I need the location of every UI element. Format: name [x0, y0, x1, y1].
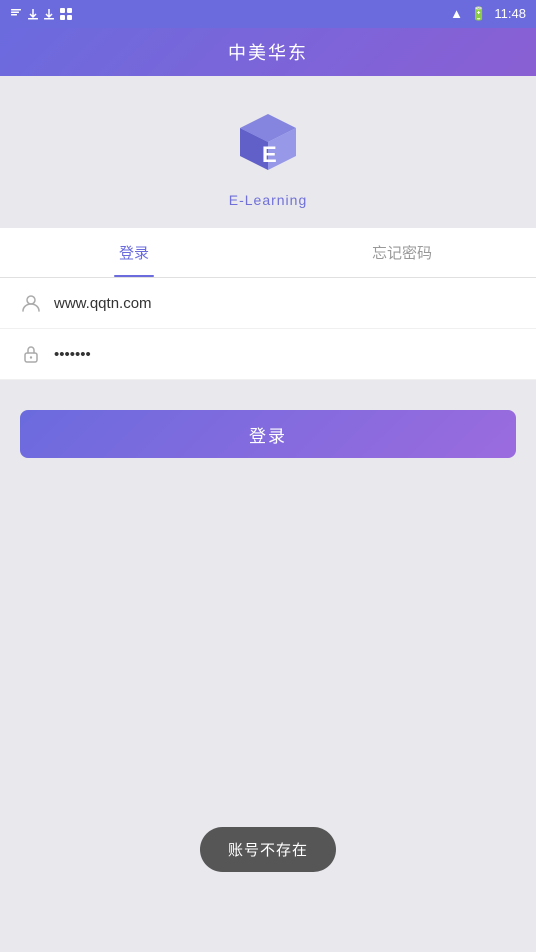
user-icon: [20, 292, 42, 314]
top-bar: 中美华东: [0, 28, 536, 76]
logo-label: E-Learning: [229, 192, 308, 208]
download3-icon: [44, 8, 54, 20]
password-input[interactable]: [54, 346, 516, 363]
lock-icon: [20, 343, 42, 365]
status-icons: [10, 8, 72, 20]
download2-icon: [28, 8, 38, 20]
app-logo: E: [228, 106, 308, 186]
download-icon: [10, 8, 22, 20]
status-right-icons: ▲ 🔋 11:48: [450, 6, 526, 22]
login-button[interactable]: 登录: [20, 410, 516, 458]
tab-bar: 登录 忘记密码: [0, 228, 536, 278]
username-row: [0, 278, 536, 329]
battery-icon: 🔋: [471, 6, 487, 21]
logo-area: E E-Learning: [0, 76, 536, 228]
tab-login[interactable]: 登录: [0, 228, 268, 277]
btn-area: 登录: [0, 380, 536, 478]
wifi-signal: ▲: [450, 6, 463, 21]
form-area: [0, 278, 536, 380]
app-icon: [60, 8, 72, 20]
toast-message: 账号不存在: [200, 827, 336, 872]
username-input[interactable]: [54, 295, 516, 312]
time-display: 11:48: [494, 6, 526, 21]
app-title: 中美华东: [228, 39, 308, 65]
svg-text:E: E: [262, 142, 277, 167]
tab-forgot-password[interactable]: 忘记密码: [268, 228, 536, 277]
password-row: [0, 329, 536, 380]
status-bar: ▲ 🔋 11:48: [0, 0, 536, 28]
